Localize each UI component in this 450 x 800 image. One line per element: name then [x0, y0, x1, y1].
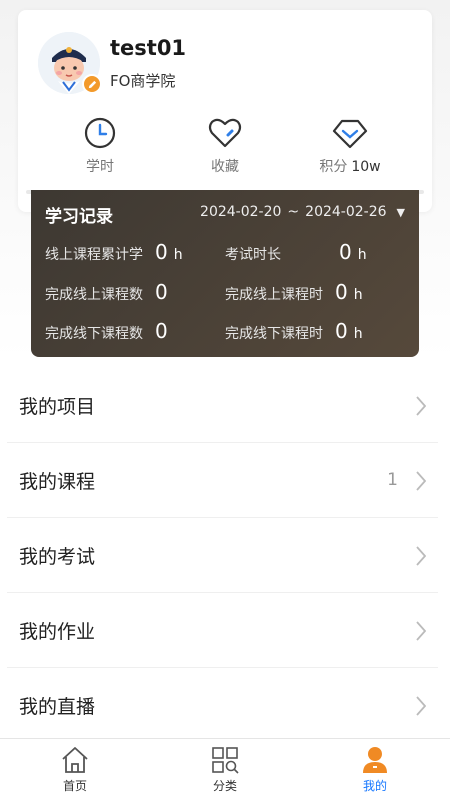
record-item: 考试时长 0 h: [225, 240, 367, 264]
date-end: 2024-02-26: [305, 204, 387, 220]
menu-item-label: 我的课程: [19, 470, 96, 493]
menu-item-my-live[interactable]: 我的直播: [7, 668, 438, 743]
heart-icon: [175, 116, 275, 150]
stat-label: 积分: [319, 159, 348, 175]
tab-home[interactable]: 首页: [0, 739, 150, 800]
tab-category[interactable]: 分类: [150, 739, 300, 800]
chevron-right-icon: [416, 696, 427, 720]
study-record-panel: 学习记录 2024-02-20 ~ 2024-02-26 ▼ 线上课程累计学 0…: [31, 190, 419, 357]
record-value: 0: [155, 319, 168, 343]
date-start: 2024-02-20: [200, 204, 282, 220]
record-value: 0: [155, 280, 168, 304]
stat-label: 学时: [86, 159, 114, 175]
record-label: 线上课程累计学: [45, 247, 143, 263]
profile-menu: 我的项目 我的课程 1 我的考试 我的作业 我的直播: [0, 368, 450, 743]
category-icon: [150, 745, 300, 775]
menu-item-my-courses[interactable]: 我的课程 1: [7, 443, 438, 518]
record-label: 完成线下课程时: [225, 326, 323, 342]
stat-study-hours[interactable]: 学时: [50, 116, 150, 176]
date-separator: ~: [287, 204, 300, 220]
tab-label: 首页: [62, 779, 87, 793]
record-item: 完成线下课程时 0 h: [225, 319, 363, 343]
record-item: 完成线上课程时 0 h: [225, 280, 363, 304]
edit-avatar-icon[interactable]: [82, 74, 102, 94]
course-count-badge: 1: [387, 470, 398, 490]
record-unit: h: [357, 247, 367, 263]
chevron-right-icon: [416, 471, 427, 495]
stat-points[interactable]: 积分 10w: [300, 116, 400, 176]
record-value: 0: [155, 240, 168, 264]
tab-label: 我的: [362, 779, 387, 793]
caret-down-icon: ▼: [396, 205, 405, 219]
chevron-right-icon: [416, 396, 427, 420]
record-label: 完成线下课程数: [45, 326, 143, 342]
username: test01: [110, 36, 187, 60]
record-item: 完成线上课程数 0: [45, 280, 174, 304]
clock-icon: [50, 116, 150, 150]
menu-item-my-homework[interactable]: 我的作业: [7, 593, 438, 668]
home-icon: [0, 745, 150, 775]
chevron-right-icon: [416, 621, 427, 645]
stat-favorites[interactable]: 收藏: [175, 116, 275, 176]
menu-item-label: 我的直播: [19, 696, 96, 718]
date-range-selector[interactable]: 2024-02-20 ~ 2024-02-26 ▼: [200, 204, 405, 220]
diamond-icon: [300, 116, 400, 150]
organization-name: FO商学院: [110, 72, 176, 90]
points-value: 10w: [351, 159, 381, 175]
record-label: 完成线上课程时: [225, 287, 323, 303]
bottom-tab-bar: 首页 分类 我的: [0, 738, 450, 800]
stat-label: 收藏: [211, 159, 239, 175]
record-unit: h: [353, 326, 363, 342]
tab-mine[interactable]: 我的: [300, 739, 450, 800]
record-title: 学习记录: [45, 207, 113, 227]
menu-item-label: 我的作业: [19, 620, 96, 643]
menu-item-my-projects[interactable]: 我的项目: [7, 368, 438, 443]
record-unit: h: [353, 287, 363, 303]
record-value: 0: [339, 240, 352, 264]
record-item: 完成线下课程数 0: [45, 319, 174, 343]
record-item: 线上课程累计学 0 h: [45, 240, 183, 264]
record-unit: h: [173, 247, 183, 263]
menu-item-my-exams[interactable]: 我的考试: [7, 518, 438, 593]
menu-item-label: 我的项目: [19, 395, 96, 418]
profile-icon: [300, 745, 450, 775]
chevron-right-icon: [416, 546, 427, 570]
record-label: 考试时长: [225, 247, 281, 263]
record-value: 0: [335, 319, 348, 343]
tab-label: 分类: [212, 779, 237, 793]
record-value: 0: [335, 280, 348, 304]
record-label: 完成线上课程数: [45, 287, 143, 303]
profile-card: test01 FO商学院 学时 收藏 积分 10w: [18, 10, 432, 212]
menu-item-label: 我的考试: [19, 545, 96, 568]
